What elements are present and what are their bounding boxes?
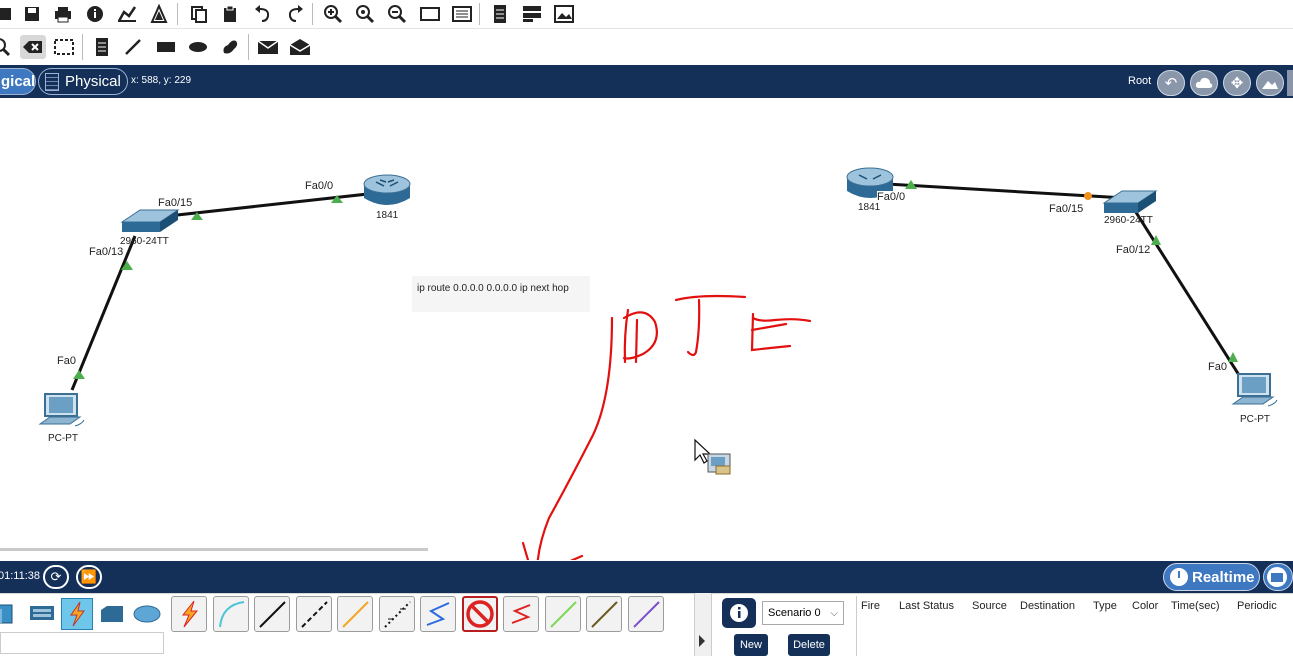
simulation-clock: 01:11:38 xyxy=(0,570,41,582)
fast-forward-icon[interactable]: ⏩ xyxy=(76,565,102,589)
serial-dte-cable-icon[interactable] xyxy=(503,596,539,632)
misc-icon[interactable] xyxy=(96,598,128,630)
device-label-router: 1841 xyxy=(858,202,881,213)
multiuser-cloud-icon[interactable] xyxy=(131,598,163,630)
coaxial-cable-icon[interactable] xyxy=(420,596,456,632)
column-header[interactable]: Fire xyxy=(861,600,880,612)
new-scenario-button[interactable]: New xyxy=(734,634,768,656)
column-header[interactable]: Source xyxy=(972,600,1007,612)
link-light-amber xyxy=(1084,192,1092,200)
port-label: Fa0/12 xyxy=(1116,244,1151,256)
topology-links xyxy=(38,167,1278,560)
device-label-switch: 2960-24TT xyxy=(1104,215,1153,226)
connections-icon[interactable] xyxy=(61,598,93,630)
octal-cable-icon[interactable] xyxy=(545,596,581,632)
device-label-pc: PC-PT xyxy=(48,433,78,444)
scenario-info-button[interactable] xyxy=(722,598,756,628)
network-devices-icon[interactable] xyxy=(0,598,22,630)
power-cycle-icon[interactable]: ⟳ xyxy=(43,565,69,589)
switch-icon[interactable] xyxy=(1102,190,1158,213)
panel-divider[interactable] xyxy=(694,593,712,656)
crossover-cable-icon[interactable] xyxy=(296,596,332,632)
simulation-mode-button[interactable] xyxy=(1263,563,1293,591)
realtime-mode-button[interactable]: Realtime xyxy=(1163,563,1260,591)
port-label: Fa0/0 xyxy=(305,180,334,192)
router-icon[interactable] xyxy=(363,174,411,205)
device-label-switch: 2960-24TT xyxy=(120,236,169,247)
console-cable-icon[interactable] xyxy=(213,596,249,632)
link-light-up xyxy=(73,370,85,379)
column-header[interactable]: Color xyxy=(1132,600,1158,612)
device-label-router: 1841 xyxy=(376,210,399,221)
port-label: Fa0/15 xyxy=(158,197,193,209)
column-header[interactable]: Type xyxy=(1093,600,1117,612)
column-header[interactable]: Time(sec) xyxy=(1171,600,1219,612)
column-header[interactable]: Last Status xyxy=(899,600,954,612)
handwritten-annotation xyxy=(521,294,812,560)
column-header[interactable]: Periodic xyxy=(1237,600,1277,612)
port-label: Fa0 xyxy=(1208,361,1227,373)
horizontal-scrollbar[interactable] xyxy=(0,548,428,551)
device-label-pc: PC-PT xyxy=(1240,414,1270,425)
clock-icon xyxy=(1170,568,1188,586)
device-search-input[interactable] xyxy=(0,632,164,654)
end-devices-icon[interactable] xyxy=(26,598,58,630)
straight-cable-icon[interactable] xyxy=(254,596,290,632)
phone-cable-icon[interactable] xyxy=(379,596,415,632)
column-header[interactable]: Destination xyxy=(1020,600,1075,612)
pc-icon[interactable] xyxy=(1231,373,1278,407)
link-switch-pc-left[interactable] xyxy=(70,235,137,391)
port-label: Fa0/13 xyxy=(89,246,124,258)
switch-icon[interactable] xyxy=(120,209,180,232)
iot-cable-icon[interactable] xyxy=(586,596,622,632)
link-light-up xyxy=(1228,352,1238,362)
port-label: Fa0 xyxy=(57,355,76,367)
pc-icon[interactable] xyxy=(38,393,85,427)
serial-dce-cable-icon[interactable] xyxy=(462,596,498,632)
chevron-down-icon: ⌵ xyxy=(830,607,838,619)
mouse-cursor-icon xyxy=(694,438,731,475)
port-label: Fa0/15 xyxy=(1049,203,1084,215)
auto-cable-icon[interactable] xyxy=(171,596,207,632)
workspace-note[interactable]: ip route 0.0.0.0 0.0.0.0 ip next hop xyxy=(412,276,590,312)
port-label: Fa0/0 xyxy=(877,191,906,203)
scenario-value: Scenario 0 xyxy=(768,607,821,619)
simulation-bar xyxy=(0,561,1293,593)
fiber-cable-icon[interactable] xyxy=(337,596,373,632)
usb-cable-icon[interactable] xyxy=(628,596,664,632)
scenario-select[interactable]: Scenario 0 ⌵ xyxy=(762,601,844,625)
realtime-label: Realtime xyxy=(1192,568,1255,586)
link-switch-pc-right[interactable] xyxy=(1130,205,1246,384)
delete-scenario-button[interactable]: Delete xyxy=(788,634,830,656)
